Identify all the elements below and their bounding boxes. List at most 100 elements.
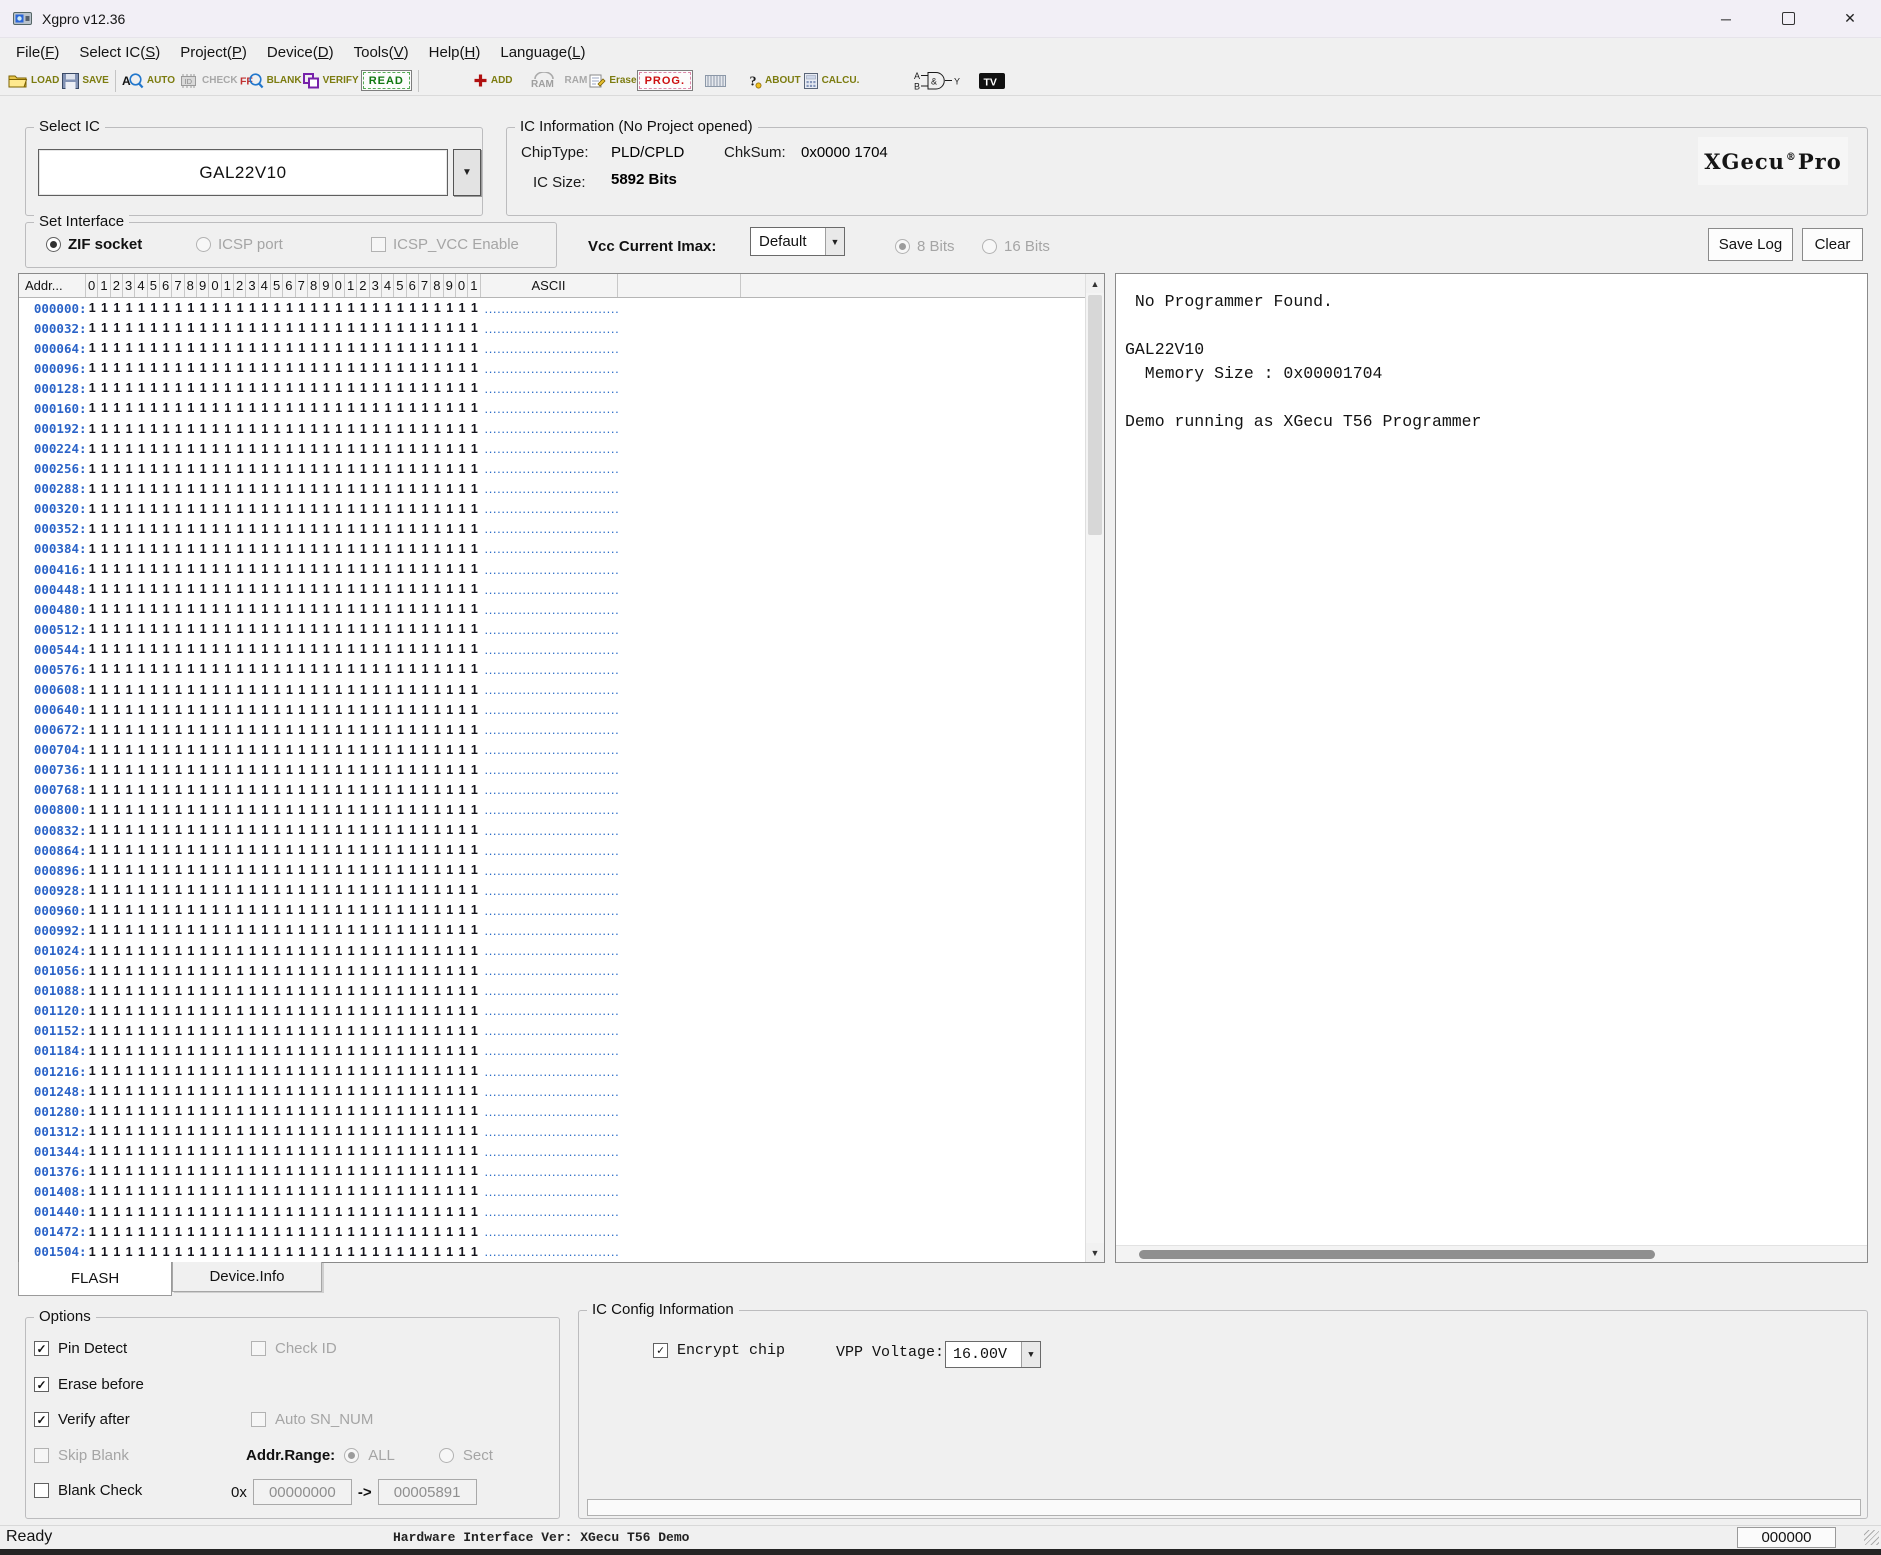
hex-row[interactable]: 000512:11111111111111111111111111111111.… <box>19 619 1085 639</box>
menu-tools-v[interactable]: Tools(V) <box>344 41 419 64</box>
hex-row[interactable]: 000608:11111111111111111111111111111111.… <box>19 679 1085 699</box>
hex-row[interactable]: 000896:11111111111111111111111111111111.… <box>19 860 1085 880</box>
addr-range-sect-radio[interactable]: Sect <box>439 1447 493 1464</box>
bits8-radio[interactable]: 8 Bits <box>895 238 955 255</box>
hex-row[interactable]: 000832:11111111111111111111111111111111.… <box>19 820 1085 840</box>
vpp-voltage-select[interactable]: 16.00V ▼ <box>945 1341 1041 1368</box>
addr-column-header[interactable]: Addr... <box>19 274 86 297</box>
hex-row[interactable]: 000000:11111111111111111111111111111111.… <box>19 298 1085 318</box>
range-from-input[interactable] <box>253 1479 352 1505</box>
hex-row[interactable]: 000288:11111111111111111111111111111111.… <box>19 479 1085 499</box>
hex-row[interactable]: 000064:11111111111111111111111111111111.… <box>19 338 1085 358</box>
hex-vertical-scrollbar[interactable]: ▲ ▼ <box>1085 274 1104 1262</box>
hex-row[interactable]: 000992:11111111111111111111111111111111.… <box>19 920 1085 940</box>
hex-row[interactable]: 001376:11111111111111111111111111111111.… <box>19 1161 1085 1181</box>
hex-row[interactable]: 000128:11111111111111111111111111111111.… <box>19 378 1085 398</box>
toolbar-erase-button[interactable]: Erase <box>589 68 636 94</box>
menu-device-d[interactable]: Device(D) <box>257 41 344 64</box>
hex-row[interactable]: 000544:11111111111111111111111111111111.… <box>19 639 1085 659</box>
toolbar-read-button[interactable]: READ <box>361 68 412 94</box>
hex-row[interactable]: 001088:11111111111111111111111111111111.… <box>19 981 1085 1001</box>
toolbar-chip-socket-button[interactable] <box>703 68 728 94</box>
toolbar-save-button[interactable]: SAVE <box>62 68 109 94</box>
hex-row[interactable]: 000224:11111111111111111111111111111111.… <box>19 439 1085 459</box>
hex-row[interactable]: 000352:11111111111111111111111111111111.… <box>19 519 1085 539</box>
hex-row[interactable]: 000384:11111111111111111111111111111111.… <box>19 539 1085 559</box>
hex-row[interactable]: 000032:11111111111111111111111111111111.… <box>19 318 1085 338</box>
hex-row[interactable]: 001120:11111111111111111111111111111111.… <box>19 1001 1085 1021</box>
blank-check-checkbox[interactable]: Blank Check <box>34 1482 142 1499</box>
hex-row[interactable]: 000864:11111111111111111111111111111111.… <box>19 840 1085 860</box>
hex-row[interactable]: 001248:11111111111111111111111111111111.… <box>19 1081 1085 1101</box>
hex-row[interactable]: 000704:11111111111111111111111111111111.… <box>19 740 1085 760</box>
toolbar-ram-button[interactable]: RAMRAM <box>528 68 588 94</box>
tab-device-info[interactable]: Device.Info <box>172 1262 322 1292</box>
hex-row[interactable]: 000576:11111111111111111111111111111111.… <box>19 659 1085 679</box>
verify-after-checkbox[interactable]: ✓ Verify after <box>34 1411 130 1428</box>
skip-blank-checkbox[interactable]: Skip Blank <box>34 1447 129 1464</box>
scrollbar-thumb[interactable] <box>1088 295 1102 535</box>
toolbar-tv-button[interactable]: TV <box>979 68 1005 94</box>
hex-row[interactable]: 000192:11111111111111111111111111111111.… <box>19 418 1085 438</box>
scroll-up-icon[interactable]: ▲ <box>1086 274 1104 293</box>
hex-row[interactable]: 000160:11111111111111111111111111111111.… <box>19 398 1085 418</box>
pin-detect-checkbox[interactable]: ✓ Pin Detect <box>34 1340 127 1357</box>
hex-row[interactable]: 000928:11111111111111111111111111111111.… <box>19 880 1085 900</box>
bits16-radio[interactable]: 16 Bits <box>982 238 1050 255</box>
resize-grip-icon[interactable] <box>1864 1530 1879 1545</box>
hex-row[interactable]: 001280:11111111111111111111111111111111.… <box>19 1101 1085 1121</box>
hex-row[interactable]: 001056:11111111111111111111111111111111.… <box>19 961 1085 981</box>
hex-row[interactable]: 001312:11111111111111111111111111111111.… <box>19 1121 1085 1141</box>
hex-row[interactable]: 001504:11111111111111111111111111111111.… <box>19 1242 1085 1262</box>
toolbar-calculator-button[interactable]: CALCU. <box>804 68 860 94</box>
hex-row[interactable]: 000800:11111111111111111111111111111111.… <box>19 800 1085 820</box>
toolbar-check-id-button[interactable]: IDCHECK <box>179 68 238 94</box>
scrollbar-thumb[interactable] <box>1139 1250 1655 1259</box>
hex-row[interactable]: 001152:11111111111111111111111111111111.… <box>19 1021 1085 1041</box>
toolbar-verify-button[interactable]: VERIFY <box>302 68 359 94</box>
hex-row[interactable]: 000640:11111111111111111111111111111111.… <box>19 700 1085 720</box>
hex-row[interactable]: 001024:11111111111111111111111111111111.… <box>19 941 1085 961</box>
ic-select-dropdown-button[interactable]: ▼ <box>453 149 481 196</box>
check-id-checkbox[interactable]: Check ID <box>251 1340 337 1357</box>
toolbar-auto-button[interactable]: AAUTO <box>122 68 175 94</box>
hex-row[interactable]: 000768:11111111111111111111111111111111.… <box>19 780 1085 800</box>
hex-row[interactable]: 000416:11111111111111111111111111111111.… <box>19 559 1085 579</box>
erase-before-checkbox[interactable]: ✓ Erase before <box>34 1376 144 1393</box>
toolbar-blank-button[interactable]: FFBLANK <box>240 68 302 94</box>
hex-row[interactable]: 000672:11111111111111111111111111111111.… <box>19 720 1085 740</box>
log-horizontal-scrollbar[interactable] <box>1116 1245 1867 1262</box>
maximize-button[interactable] <box>1757 0 1819 37</box>
hex-row[interactable]: 001440:11111111111111111111111111111111.… <box>19 1202 1085 1222</box>
menu-project-p[interactable]: Project(P) <box>170 41 257 64</box>
minimize-button[interactable]: ─ <box>1695 0 1757 37</box>
scroll-down-icon[interactable]: ▼ <box>1086 1243 1104 1262</box>
menu-language-l[interactable]: Language(L) <box>490 41 595 64</box>
range-to-input[interactable] <box>378 1479 477 1505</box>
tab-flash[interactable]: FLASH <box>18 1262 172 1296</box>
hex-row[interactable]: 001216:11111111111111111111111111111111.… <box>19 1061 1085 1081</box>
hex-row[interactable]: 001472:11111111111111111111111111111111.… <box>19 1222 1085 1242</box>
toolbar-add-button[interactable]: ADD <box>473 68 513 94</box>
encrypt-chip-checkbox[interactable]: ✓ Encrypt chip <box>653 1342 785 1359</box>
addr-range-all-radio[interactable]: ALL <box>344 1447 395 1464</box>
vcc-imax-select[interactable]: Default ▼ <box>750 227 845 256</box>
hex-row[interactable]: 000480:11111111111111111111111111111111.… <box>19 599 1085 619</box>
hex-row[interactable]: 001184:11111111111111111111111111111111.… <box>19 1041 1085 1061</box>
icsp-port-radio[interactable]: ICSP port <box>196 236 283 253</box>
save-log-button[interactable]: Save Log <box>1708 228 1793 261</box>
toolbar-logic-gate-button[interactable]: AB&Y <box>914 68 962 94</box>
hex-row[interactable]: 000448:11111111111111111111111111111111.… <box>19 579 1085 599</box>
close-button[interactable]: ✕ <box>1819 0 1881 37</box>
zif-socket-radio[interactable]: ZIF socket <box>46 236 142 253</box>
clear-button[interactable]: Clear <box>1802 228 1863 261</box>
menu-help-h[interactable]: Help(H) <box>419 41 491 64</box>
hex-row[interactable]: 001408:11111111111111111111111111111111.… <box>19 1181 1085 1201</box>
hex-row[interactable]: 000256:11111111111111111111111111111111.… <box>19 459 1085 479</box>
toolbar-prog-button[interactable]: PROG. <box>637 68 693 94</box>
hex-row[interactable]: 001344:11111111111111111111111111111111.… <box>19 1141 1085 1161</box>
auto-sn-num-checkbox[interactable]: Auto SN_NUM <box>251 1411 373 1428</box>
hex-row[interactable]: 000320:11111111111111111111111111111111.… <box>19 499 1085 519</box>
hex-row[interactable]: 000096:11111111111111111111111111111111.… <box>19 358 1085 378</box>
ic-select-combobox[interactable]: GAL22V10 <box>38 149 448 196</box>
